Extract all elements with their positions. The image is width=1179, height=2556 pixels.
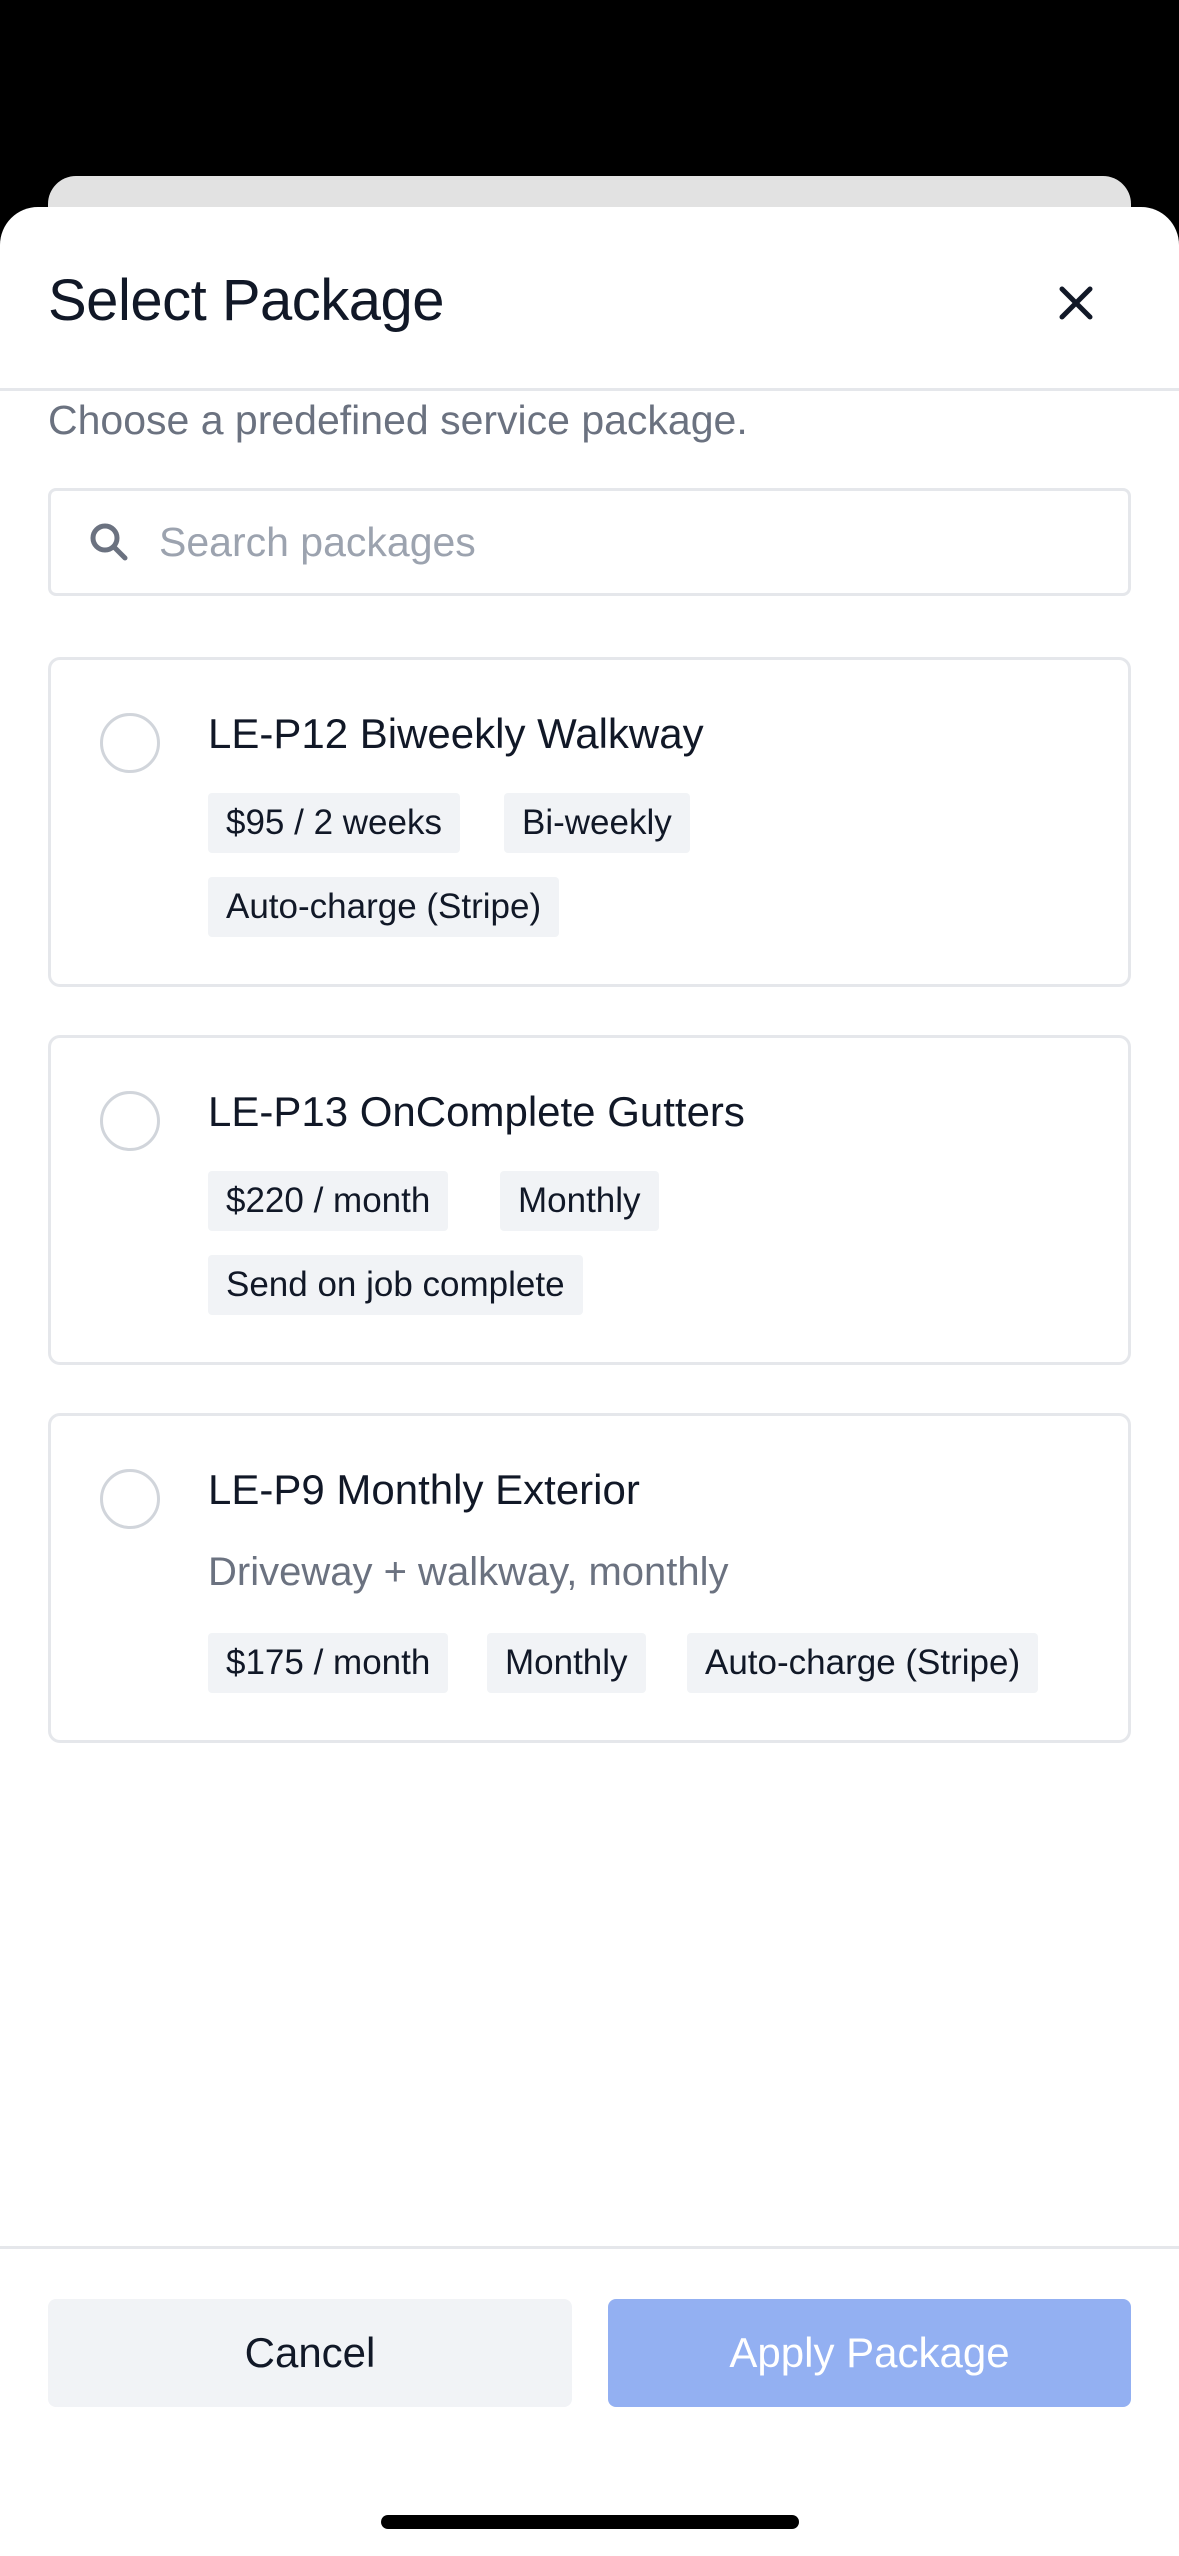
package-name: LE-P12 Biweekly Walkway: [208, 710, 704, 757]
cancel-button[interactable]: Cancel: [48, 2299, 572, 2407]
select-package-sheet: Select Package Choose a predefined servi…: [0, 207, 1179, 2556]
search-icon: [90, 523, 128, 561]
package-name: LE-P13 OnComplete Gutters: [208, 1088, 745, 1135]
package-radio[interactable]: [100, 1091, 160, 1151]
package-card[interactable]: LE-P13 OnComplete Gutters $220 / month M…: [48, 1035, 1131, 1365]
sheet-footer: Cancel Apply Package: [0, 2246, 1179, 2556]
package-price-tag: $175 / month: [208, 1633, 449, 1693]
package-price-tag: $220 / month: [208, 1171, 449, 1231]
package-description: Driveway + walkway, monthly: [208, 1550, 729, 1594]
home-indicator: [381, 2515, 799, 2529]
package-frequency-tag: Monthly: [487, 1633, 646, 1693]
package-card[interactable]: LE-P12 Biweekly Walkway $95 / 2 weeks Bi…: [48, 657, 1131, 987]
package-frequency-tag: Monthly: [500, 1171, 659, 1231]
package-name: LE-P9 Monthly Exterior: [208, 1466, 640, 1513]
sheet-header: Select Package: [0, 207, 1179, 391]
package-billing-tag: Send on job complete: [208, 1255, 583, 1315]
sheet-title: Select Package: [48, 268, 445, 333]
sheet-subtitle: Choose a predefined service package.: [48, 397, 748, 443]
close-button[interactable]: [1048, 275, 1104, 331]
package-billing-tag: Auto-charge (Stripe): [687, 1633, 1039, 1693]
package-radio[interactable]: [100, 1469, 160, 1529]
search-box[interactable]: [48, 488, 1131, 596]
search-input[interactable]: [159, 518, 1059, 566]
package-radio[interactable]: [100, 713, 160, 773]
package-billing-tag: Auto-charge (Stripe): [208, 877, 560, 937]
apply-package-button[interactable]: Apply Package: [608, 2299, 1131, 2407]
package-frequency-tag: Bi-weekly: [504, 793, 690, 853]
close-icon: [1059, 286, 1093, 320]
package-card[interactable]: LE-P9 Monthly Exterior Driveway + walkwa…: [48, 1413, 1131, 1743]
package-price-tag: $95 / 2 weeks: [208, 793, 460, 853]
